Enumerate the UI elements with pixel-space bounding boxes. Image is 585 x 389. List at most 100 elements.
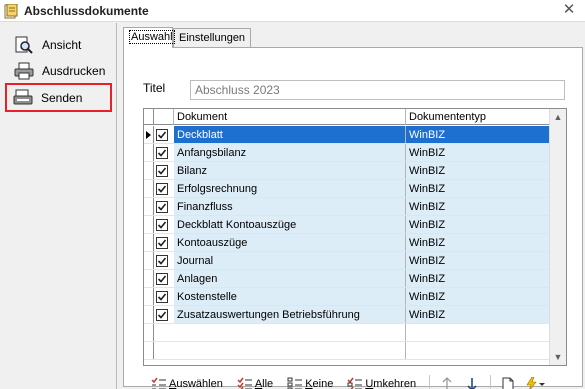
checkmark-icon	[157, 275, 167, 283]
cell-dokument: Kontoauszüge	[174, 234, 406, 252]
checkmark-icon	[157, 131, 167, 139]
toolbar-separator	[490, 375, 492, 389]
table-row[interactable]: Bilanz WinBIZ	[144, 162, 549, 180]
row-indicator	[144, 144, 154, 162]
row-indicator	[144, 306, 154, 324]
row-divider	[144, 359, 549, 360]
checkmark-icon	[157, 185, 167, 193]
row-checkbox[interactable]	[156, 183, 168, 195]
select-button-label: Auswählen	[169, 378, 223, 389]
tab-label: Einstellungen	[179, 32, 246, 44]
cell-dokumententyp: WinBIZ	[406, 180, 549, 198]
row-checkbox[interactable]	[156, 273, 168, 285]
cell-dokument: Journal	[174, 252, 406, 270]
sidebar-item-ausdrucken[interactable]: Ausdrucken	[8, 59, 112, 83]
printer-icon	[14, 62, 34, 80]
select-button[interactable]: Auswählen	[148, 374, 226, 389]
cell-dokument: Deckblatt Kontoauszüge	[174, 216, 406, 234]
cell-dokumententyp: WinBIZ	[406, 252, 549, 270]
window-title: Abschlussdokumente	[24, 4, 149, 18]
cell-dokumententyp: WinBIZ	[406, 234, 549, 252]
table-row[interactable]: Kontoauszüge WinBIZ	[144, 234, 549, 252]
table-row[interactable]: Anfangsbilanz WinBIZ	[144, 144, 549, 162]
sidebar-item-label: Ansicht	[42, 38, 82, 52]
select-none-button[interactable]: Keine	[284, 374, 336, 389]
cell-dokument: Deckblatt	[174, 126, 406, 144]
scroll-up-icon[interactable]: ▲	[550, 109, 566, 125]
table-row[interactable]: Kostenstelle WinBIZ	[144, 288, 549, 306]
sidebar-item-senden[interactable]: Senden	[5, 83, 112, 112]
vertical-scrollbar[interactable]: ▲ ▼	[549, 109, 566, 365]
table-row[interactable]: Erfolgsrechnung WinBIZ	[144, 180, 549, 198]
close-icon[interactable]: ✕	[561, 2, 577, 18]
select-list-icon	[151, 377, 166, 389]
column-header-dokumententyp[interactable]: Dokumententyp	[406, 109, 549, 125]
arrow-up-icon[interactable]	[438, 375, 456, 389]
table-row[interactable]: Journal WinBIZ	[144, 252, 549, 270]
cell-dokument	[174, 324, 406, 342]
arrow-down-icon[interactable]	[463, 375, 481, 389]
row-checkbox[interactable]	[156, 147, 168, 159]
row-checkbox[interactable]	[156, 237, 168, 249]
app-document-icon	[4, 4, 18, 19]
cell-dokumententyp: WinBIZ	[406, 198, 549, 216]
table-row[interactable]: Anlagen WinBIZ	[144, 270, 549, 288]
cell-dokument: Erfolgsrechnung	[174, 180, 406, 198]
new-document-icon[interactable]	[499, 375, 517, 389]
row-indicator	[144, 216, 154, 234]
row-indicator	[144, 288, 154, 306]
table-row[interactable]: Zusatzauswertungen Betriebsführung WinBIZ	[144, 306, 549, 324]
toolbar-separator	[429, 375, 431, 389]
row-checkbox[interactable]	[156, 291, 168, 303]
checkmark-icon	[157, 257, 167, 265]
row-checkbox[interactable]	[156, 165, 168, 177]
empty-row[interactable]	[144, 324, 549, 342]
select-all-button[interactable]: Alle	[234, 374, 276, 389]
row-checkbox[interactable]	[156, 309, 168, 321]
row-indicator	[144, 342, 154, 360]
titel-label: Titel	[143, 81, 166, 95]
table-row[interactable]: Deckblatt WinBIZ	[144, 126, 549, 144]
invert-selection-icon	[347, 377, 363, 389]
sidebar-item-label: Senden	[41, 90, 83, 105]
checkmark-icon	[157, 311, 167, 319]
row-checkbox[interactable]	[156, 255, 168, 267]
uncheck-all-icon	[287, 377, 303, 389]
checkmark-icon	[157, 203, 167, 211]
row-checkbox[interactable]	[156, 201, 168, 213]
row-indicator	[144, 198, 154, 216]
grid-toolbar: Auswählen Alle Keine Umkehren	[148, 373, 553, 389]
grid-header-check	[154, 109, 174, 125]
select-all-label: Alle	[254, 378, 274, 389]
cell-dokument: Zusatzauswertungen Betriebsführung	[174, 306, 406, 324]
cell-dokumententyp: WinBIZ	[406, 216, 549, 234]
cell-dokumententyp: WinBIZ	[406, 288, 549, 306]
cell-dokument: Kostenstelle	[174, 288, 406, 306]
cell-dokumententyp	[406, 324, 549, 342]
table-row[interactable]: Deckblatt Kontoauszüge WinBIZ	[144, 216, 549, 234]
tab-auswahl[interactable]: Auswahl	[123, 27, 175, 48]
cell-dokument: Finanzfluss	[174, 198, 406, 216]
titel-input[interactable]: Abschluss 2023	[190, 80, 565, 100]
cell-dokumententyp: WinBIZ	[406, 126, 549, 144]
column-header-dokument[interactable]: Dokument	[174, 109, 406, 125]
cell-dokumententyp: WinBIZ	[406, 306, 549, 324]
sidebar-item-ansicht[interactable]: Ansicht	[8, 33, 112, 57]
row-checkbox[interactable]	[156, 129, 168, 141]
checkmark-icon	[157, 239, 167, 247]
documents-grid: Dokument Dokumententyp Deckblatt WinBIZ An…	[143, 108, 567, 366]
empty-row[interactable]	[144, 342, 549, 360]
lightning-dropdown-icon[interactable]	[524, 375, 546, 389]
main-panel: Auswahl Einstellungen Titel Abschluss 20…	[118, 23, 585, 389]
row-checkbox[interactable]	[156, 219, 168, 231]
document-magnifier-icon	[15, 36, 33, 54]
table-row[interactable]: Finanzfluss WinBIZ	[144, 198, 549, 216]
grid-header: Dokument Dokumententyp	[144, 109, 549, 125]
scroll-down-icon[interactable]: ▼	[550, 349, 566, 365]
cell-dokument	[174, 342, 406, 360]
invert-selection-button[interactable]: Umkehren	[344, 374, 419, 389]
tab-einstellungen[interactable]: Einstellungen	[173, 28, 251, 47]
row-indicator	[144, 162, 154, 180]
checkmark-icon	[157, 167, 167, 175]
tab-label: Auswahl	[129, 30, 175, 44]
